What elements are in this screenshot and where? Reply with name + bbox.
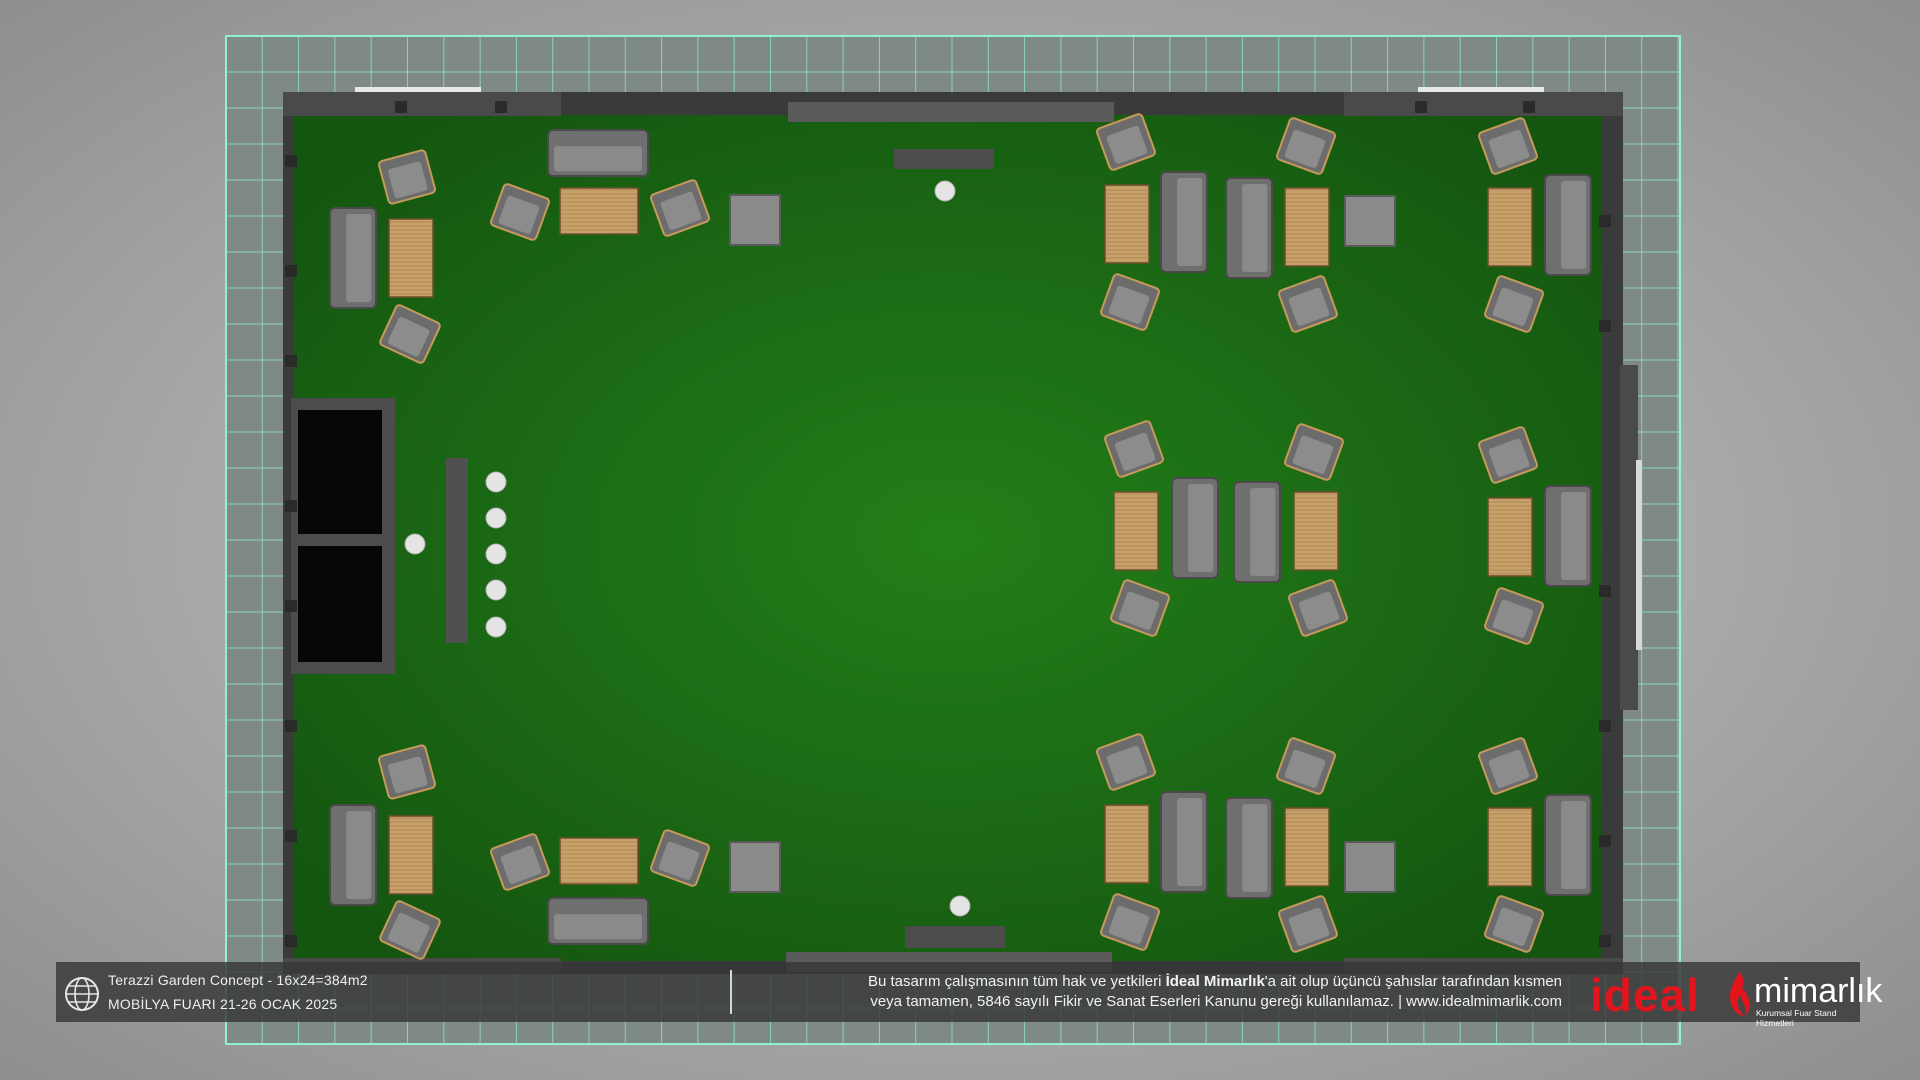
brand-name-main: ideal (1590, 969, 1700, 1021)
top-wall-right (1344, 92, 1623, 116)
sofa-cushion (1188, 484, 1214, 572)
wall-post (285, 600, 297, 612)
wood-table (388, 815, 434, 895)
wall-post (1599, 320, 1611, 332)
wood-table (1104, 804, 1150, 884)
wood-table (1284, 807, 1330, 887)
footer-divider (730, 970, 732, 1014)
top-light-left (355, 87, 481, 92)
wood-table (1487, 497, 1533, 577)
event-name: MOBİLYA FUARI 21-26 OCAK 2025 (108, 996, 338, 1012)
sofa-cushion (346, 811, 372, 899)
wall-post (285, 500, 297, 512)
wood-table (1487, 187, 1533, 267)
lamp (485, 507, 507, 529)
wall-post (285, 935, 297, 947)
sofa-cushion (346, 214, 372, 302)
wood-table (1293, 491, 1339, 571)
lamp (485, 471, 507, 493)
wood-table (559, 187, 639, 235)
top-counter (894, 149, 994, 169)
footer-bar: Terazzi Garden Concept - 16x24=384m2 MOB… (56, 962, 1882, 1028)
sofa-cushion (1250, 488, 1276, 576)
sofa-cushion (1177, 178, 1203, 266)
wall-post (1599, 215, 1611, 227)
wall-post (1599, 935, 1611, 947)
wall-post (1599, 720, 1611, 732)
wood-table (1104, 184, 1150, 264)
cube-table (729, 194, 781, 246)
bottom-counter (905, 926, 1005, 948)
globe-icon (65, 977, 99, 1011)
lamp (934, 180, 956, 202)
wood-table (1284, 187, 1330, 267)
wall-post (495, 101, 507, 113)
legal-brand-name: İdeal Mimarlık (1165, 973, 1265, 990)
wall-post (285, 830, 297, 842)
top-light-right (1418, 87, 1544, 92)
sofa-cushion (1177, 798, 1203, 886)
sofa-cushion (554, 914, 642, 940)
right-wall-panel (1620, 365, 1638, 710)
wall-post (285, 720, 297, 732)
wall-post (1599, 835, 1611, 847)
brand-tagline: Kurumsal Fuar Stand Hizmetleri (1756, 1008, 1837, 1028)
bar-counter (446, 458, 468, 643)
cube-table (1344, 195, 1396, 247)
wall-post (1523, 101, 1535, 113)
sofa-cushion (1561, 492, 1587, 580)
service-room-cell-top (298, 410, 382, 534)
cube-table (1344, 841, 1396, 893)
legal-line2: veya tamamen, 5846 sayılı Fikir ve Sanat… (870, 993, 1562, 1010)
top-banner (788, 102, 1114, 122)
brand-name-secondary: mimarlık (1754, 972, 1883, 1010)
stand-floor-plan (225, 35, 1681, 1045)
wood-table (1113, 491, 1159, 571)
wall-post (395, 101, 407, 113)
lamp (485, 616, 507, 638)
lamp (485, 579, 507, 601)
brand-logo[interactable]: ideal mimarlık Kurumsal Fuar Stand Hizme… (1590, 966, 1882, 1028)
project-title: Terazzi Garden Concept - 16x24=384m2 (108, 972, 368, 988)
sofa-cushion (1242, 804, 1268, 892)
cube-table (729, 841, 781, 893)
legal-line1-suffix: 'a ait olup üçüncü şahıslar tarafından k… (1264, 973, 1562, 990)
sofa-cushion (554, 146, 642, 172)
lamp (404, 533, 426, 555)
floor-green (294, 115, 1602, 961)
wood-table (559, 837, 639, 885)
wood-table (1487, 807, 1533, 887)
flame-icon (1730, 972, 1750, 1016)
lamp (485, 543, 507, 565)
legal-notice: Bu tasarım çalışmasının tüm hak ve yetki… (740, 972, 1562, 1012)
top-wall-left (283, 92, 561, 116)
wall-post (1599, 585, 1611, 597)
wall-post (285, 155, 297, 167)
right-wall-light (1636, 460, 1642, 650)
sofa-cushion (1561, 801, 1587, 889)
wall-post (1415, 101, 1427, 113)
sofa-cushion (1242, 184, 1268, 272)
lamp (949, 895, 971, 917)
service-room-cell-bottom (298, 546, 382, 662)
wood-table (388, 218, 434, 298)
sofa-cushion (1561, 181, 1587, 269)
legal-line1-prefix: Bu tasarım çalışmasının tüm hak ve yetki… (867, 973, 1166, 990)
wall-post (285, 265, 297, 277)
wall-post (285, 355, 297, 367)
